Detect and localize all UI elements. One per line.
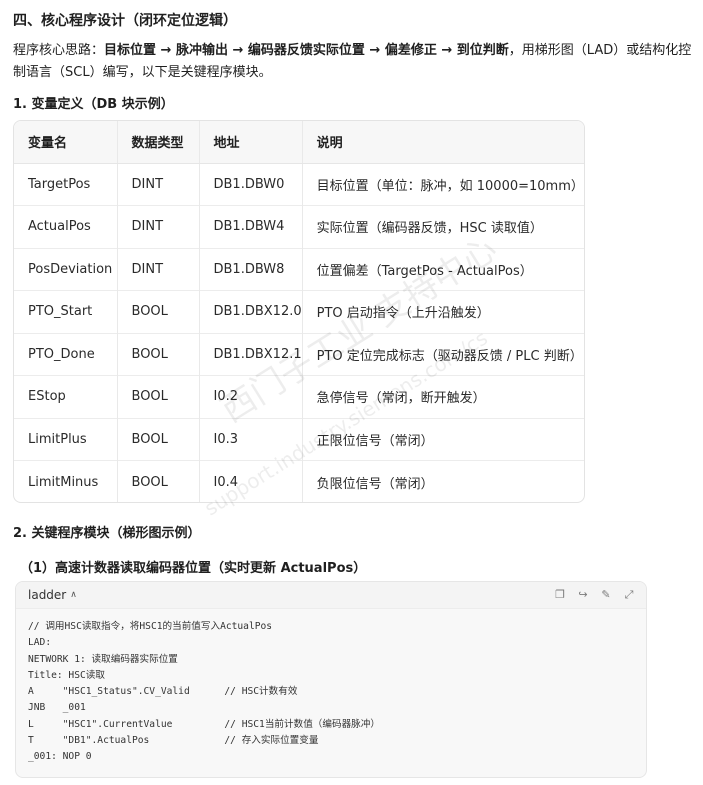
header-description: 说明	[301, 121, 584, 164]
cell-address: DB1.DBW4	[198, 205, 303, 248]
table-row: PosDeviation DINT DB1.DBW8 位置偏差（TargetPo…	[14, 247, 584, 291]
code-block-header: ladder ∧ ❐ ↪ ✎ ⤢	[16, 582, 646, 609]
cell-name: TargetPos	[28, 176, 91, 192]
cell-name: PTO_Start	[14, 290, 117, 333]
code-line: Title: HSC读取	[28, 669, 105, 681]
chevron-up-icon[interactable]: ∧	[70, 590, 77, 600]
code-toolbar: ❐ ↪ ✎ ⤢	[553, 588, 646, 602]
code-block: ladder ∧ ❐ ↪ ✎ ⤢ // 调用HSC读取指令，将HSC1的当前值写…	[15, 581, 647, 778]
header-address: 地址	[198, 121, 303, 164]
expand-icon[interactable]: ⤢	[622, 588, 636, 602]
cell-description: 负限位信号（常闭）	[301, 460, 584, 502]
cell-type: BOOL	[116, 290, 199, 333]
cell-address: I0.3	[198, 417, 303, 461]
cell-type: BOOL	[116, 417, 199, 461]
table-row: PTO_Done BOOL DB1.DBX12.1 PTO 定位完成标志（驱动器…	[14, 332, 584, 376]
cell-name: PTO_Done	[14, 332, 117, 376]
cell-address: I0.2	[198, 375, 303, 418]
code-line: NETWORK 1: 读取编码器实际位置	[28, 653, 178, 665]
table-row: PTO_Start BOOL DB1.DBX12.0 PTO 启动指令（上升沿触…	[14, 290, 584, 333]
variable-definition-heading: 1. 变量定义（DB 块示例）	[13, 97, 174, 112]
code-line: _001: NOP 0	[28, 751, 92, 763]
intro-prefix: 程序核心思路：	[13, 43, 105, 58]
cell-address: DB1.DBX12.0	[198, 290, 303, 333]
intro-flow: 目标位置 → 脉冲输出 → 编码器反馈实际位置 → 偏差修正 → 到位判断	[104, 43, 509, 58]
hsc-module-heading: （1）高速计数器读取编码器位置（实时更新 ActualPos）	[20, 561, 367, 576]
variable-table: 变量名 数据类型 地址 说明 TargetPos DINT DB1.DBW0 目…	[14, 121, 584, 502]
cell-name: LimitMinus	[14, 460, 117, 502]
table-row: LimitMinus BOOL I0.4 负限位信号（常闭）	[14, 460, 584, 502]
code-language-label[interactable]: ladder	[28, 588, 66, 602]
code-line: // 调用HSC读取指令，将HSC1的当前值写入ActualPos	[28, 621, 273, 632]
cell-description: PTO 定位完成标志（驱动器反馈 / PLC 判断）	[301, 332, 584, 376]
code-line: JNB _001	[28, 702, 86, 714]
table-row: TargetPos DINT DB1.DBW0 目标位置（单位：脉冲，如 100…	[14, 163, 584, 206]
cell-description: 目标位置（单位：脉冲，如 10000=10mm）	[301, 163, 584, 206]
variable-table-card: 变量名 数据类型 地址 说明 TargetPos DINT DB1.DBW0 目…	[13, 120, 585, 503]
header-data-type: 数据类型	[116, 121, 199, 164]
section-title: 四、核心程序设计（闭环定位逻辑）	[13, 13, 237, 29]
header-variable-name: 变量名	[14, 121, 117, 164]
cell-name: LimitPlus	[14, 417, 117, 461]
cell-address: DB1.DBW0	[198, 163, 303, 206]
copy-icon[interactable]: ❐	[553, 588, 567, 602]
program-module-heading: 2. 关键程序模块（梯形图示例）	[13, 526, 201, 541]
cell-type: DINT	[116, 247, 199, 291]
table-header-row: 变量名 数据类型 地址 说明	[14, 121, 584, 164]
code-line: LAD:	[28, 637, 52, 649]
cell-type: DINT	[116, 163, 199, 206]
code-line: T "DB1".ActualPos // 存入实际位置变量	[28, 735, 319, 747]
cell-description: PTO 启动指令（上升沿触发）	[301, 290, 584, 333]
code-content: // 调用HSC读取指令，将HSC1的当前值写入ActualPos LAD: N…	[16, 609, 646, 776]
code-line: A "HSC1_Status".CV_Valid // HSC计数有效	[28, 686, 298, 698]
cell-type: BOOL	[116, 375, 199, 418]
cell-name: EStop	[14, 375, 117, 418]
cell-type: BOOL	[116, 332, 199, 376]
table-row: LimitPlus BOOL I0.3 正限位信号（常闭）	[14, 417, 584, 461]
cell-name: ActualPos	[14, 205, 117, 248]
cell-address: I0.4	[198, 460, 303, 502]
table-row: EStop BOOL I0.2 急停信号（常闭，断开触发）	[14, 375, 584, 418]
code-line: L "HSC1".CurrentValue // HSC1当前计数值（编码器脉冲…	[28, 718, 380, 730]
cell-description: 急停信号（常闭，断开触发）	[301, 375, 584, 418]
cell-address: DB1.DBW8	[198, 247, 303, 291]
intro-paragraph: 程序核心思路：目标位置 → 脉冲输出 → 编码器反馈实际位置 → 偏差修正 → …	[13, 40, 693, 84]
edit-icon[interactable]: ✎	[599, 588, 613, 602]
cell-description: 位置偏差（TargetPos - ActualPos）	[301, 247, 584, 291]
cell-name: PosDeviation	[14, 247, 117, 291]
wrap-icon[interactable]: ↪	[576, 588, 590, 602]
cell-description: 正限位信号（常闭）	[301, 417, 584, 461]
cell-description: 实际位置（编码器反馈，HSC 读取值）	[301, 205, 584, 248]
cell-address: DB1.DBX12.1	[198, 332, 303, 376]
cell-type: BOOL	[116, 460, 199, 502]
table-row: ActualPos DINT DB1.DBW4 实际位置（编码器反馈，HSC 读…	[14, 205, 584, 248]
cell-type: DINT	[116, 205, 199, 248]
